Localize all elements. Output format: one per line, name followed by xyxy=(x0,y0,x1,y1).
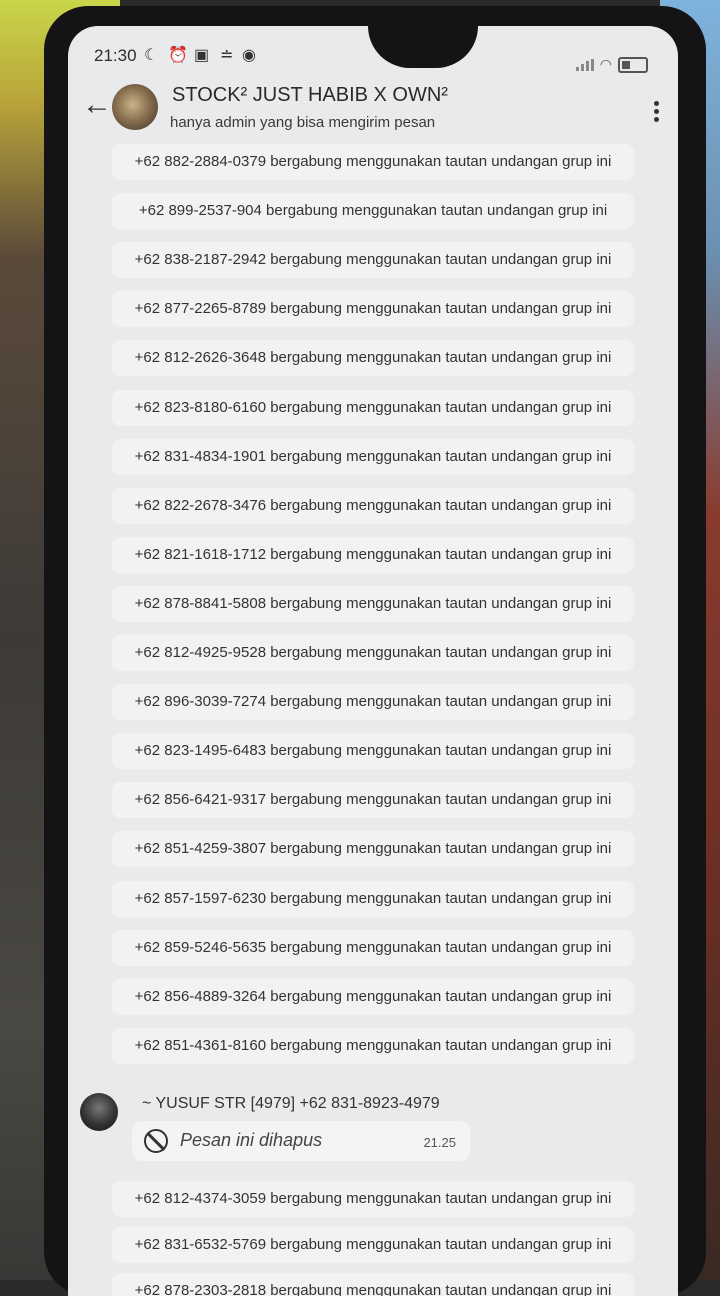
wifi-icon: ◠ xyxy=(599,56,612,72)
system-message[interactable]: +62 878-2303-2818 bergabung menggunakan … xyxy=(112,1272,634,1296)
system-message[interactable]: +62 896-3039-7274 bergabung menggunakan … xyxy=(112,684,634,721)
app-icon: ◉ xyxy=(242,47,256,64)
group-subtitle: hanya admin yang bisa mengirim pesan xyxy=(170,114,436,131)
system-message[interactable]: +62 877-2265-8789 bergabung menggunakan … xyxy=(112,291,634,328)
data-icon: ≐ xyxy=(220,47,234,64)
battery-icon xyxy=(618,56,648,73)
more-vert-icon[interactable] xyxy=(654,98,660,125)
sender-name[interactable]: ~ YUSUF STR [4979] +62 831-8923-4979 xyxy=(142,1095,440,1113)
system-message[interactable]: +62 857-1597-6230 bergabung menggunakan … xyxy=(112,880,634,917)
system-message[interactable]: +62 812-2626-3648 bergabung menggunakan … xyxy=(112,340,634,377)
alarm-icon: ⏰ xyxy=(168,47,188,64)
system-message[interactable]: +62 899-2537-904 bergabung menggunakan t… xyxy=(112,193,634,230)
system-message[interactable]: +62 823-8180-6160 bergabung menggunakan … xyxy=(112,389,634,426)
arrow-left-icon[interactable]: ← xyxy=(82,88,112,122)
status-bar: 21:30 ☾ ⏰ ▣ ≐ ◉ ◠ xyxy=(68,26,678,86)
group-title[interactable]: STOCK² JUST HABIB X OWN² xyxy=(172,84,448,107)
signal-cluster: ◠ xyxy=(575,56,648,73)
chat-body[interactable]: +62 882-2884-0379 bergabung menggunakan … xyxy=(68,144,678,1296)
deleted-message-bubble[interactable]: Pesan ini dihapus 21.25 xyxy=(132,1120,470,1161)
system-message[interactable]: +62 851-4361-8160 bergabung menggunakan … xyxy=(112,1027,634,1064)
signal-icon xyxy=(575,58,594,71)
status-time: 21:30 xyxy=(94,46,137,65)
system-message[interactable]: +62 838-2187-2942 bergabung menggunakan … xyxy=(112,242,634,279)
nfc-icon: ▣ xyxy=(194,47,210,64)
group-avatar[interactable] xyxy=(112,84,158,130)
system-message[interactable]: +62 856-6421-9317 bergabung menggunakan … xyxy=(112,782,634,819)
system-message[interactable]: +62 878-8841-5808 bergabung menggunakan … xyxy=(112,585,634,622)
deleted-message-row: ~ YUSUF STR [4979] +62 831-8923-4979 Pes… xyxy=(68,1083,678,1183)
moon-icon: ☾ xyxy=(144,47,159,64)
chat-header: ← STOCK² JUST HABIB X OWN² hanya admin y… xyxy=(68,78,678,138)
system-message[interactable]: +62 822-2678-3476 bergabung menggunakan … xyxy=(112,487,634,524)
deleted-message-text: Pesan ini dihapus xyxy=(180,1129,323,1150)
system-message[interactable]: +62 856-4889-3264 bergabung menggunakan … xyxy=(112,978,634,1015)
system-message[interactable]: +62 821-1618-1712 bergabung menggunakan … xyxy=(112,536,634,573)
system-message[interactable]: +62 812-4925-9528 bergabung menggunakan … xyxy=(112,635,634,671)
system-message[interactable]: +62 882-2884-0379 bergabung menggunakan … xyxy=(112,144,634,180)
message-time: 21.25 xyxy=(423,1134,456,1150)
system-message[interactable]: +62 831-4834-1901 bergabung menggunakan … xyxy=(112,438,634,475)
phone-screen: 21:30 ☾ ⏰ ▣ ≐ ◉ ◠ ← STOCK² JUST HABIB X … xyxy=(68,26,678,1296)
system-message[interactable]: +62 859-5246-5635 bergabung menggunakan … xyxy=(112,929,634,966)
system-message[interactable]: +62 823-1495-6483 bergabung menggunakan … xyxy=(112,733,634,770)
system-message[interactable]: +62 812-4374-3059 bergabung menggunakan … xyxy=(112,1180,634,1217)
block-icon xyxy=(144,1128,168,1153)
system-message[interactable]: +62 851-4259-3807 bergabung menggunakan … xyxy=(112,831,634,868)
sender-avatar[interactable] xyxy=(80,1092,118,1131)
system-message[interactable]: +62 831-6532-5769 bergabung menggunakan … xyxy=(112,1226,634,1263)
